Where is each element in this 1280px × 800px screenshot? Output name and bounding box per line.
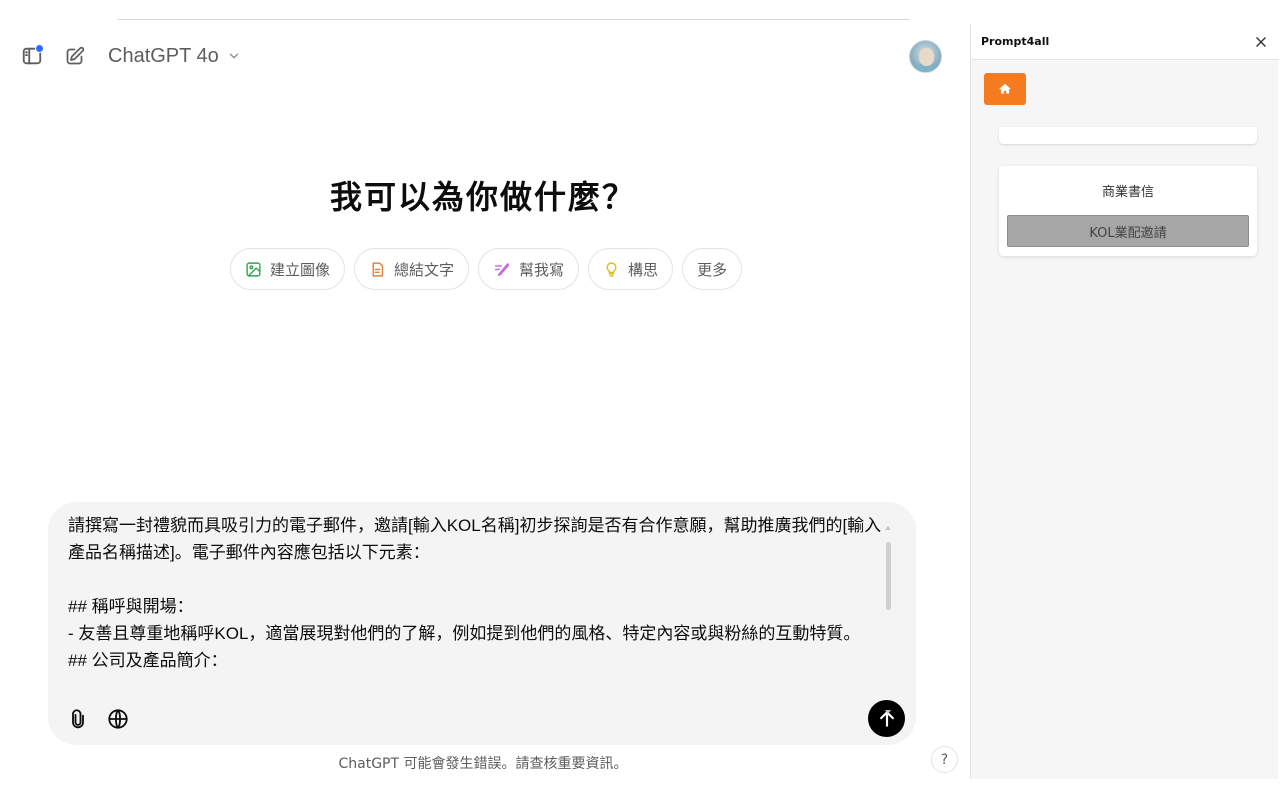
send-button[interactable]	[868, 700, 905, 737]
panel-close-button[interactable]	[1251, 32, 1271, 52]
chip-label: 幫我寫	[519, 260, 565, 279]
chip-more[interactable]: 更多	[682, 248, 743, 290]
scrollbar-down-arrow[interactable]	[885, 710, 891, 714]
paperclip-icon	[72, 709, 84, 729]
chip-help-me-write[interactable]: 幫我寫	[478, 248, 580, 290]
lightbulb-icon	[606, 261, 617, 277]
image-icon	[246, 261, 261, 277]
chip-label: 總結文字	[394, 260, 455, 279]
search-web-button[interactable]	[102, 703, 134, 735]
scrollbar-thumb[interactable]	[886, 542, 891, 610]
message-composer[interactable]: 請撰寫一封禮貌而具吸引力的電子郵件，邀請[輸入KOL名稱]初步探詢是否有合作意願…	[48, 502, 916, 745]
close-icon	[1256, 37, 1266, 47]
home-button[interactable]	[984, 73, 1026, 105]
edit-icon	[66, 46, 84, 64]
disclaimer-text: ChatGPT 可能會發生錯誤。請查核重要資訊。	[338, 756, 628, 772]
suggestion-chips: 建立圖像 總結文字 幫我寫 構思 更多	[230, 248, 743, 290]
avatar[interactable]	[909, 40, 942, 73]
chip-summarize-text[interactable]: 總結文字	[354, 248, 470, 290]
chip-label: 建立圖像	[270, 260, 331, 279]
scrollbar-up-arrow[interactable]	[885, 526, 891, 530]
notification-dot	[35, 44, 44, 53]
chat-main: ChatGPT 4o 我可以為你做什麼？ 建立圖像 總結文字 幫我寫 構思 更多…	[0, 22, 966, 800]
globe-icon	[108, 709, 128, 729]
pen-icon	[494, 262, 510, 276]
panel-header: Prompt4all	[971, 24, 1279, 60]
panel-title: Prompt4all	[981, 35, 1050, 48]
home-icon	[999, 83, 1011, 94]
chip-create-image[interactable]: 建立圖像	[230, 248, 346, 290]
page-title: 我可以為你做什麼？	[329, 178, 636, 216]
prompt-item-kol-invitation[interactable]: KOL業配邀請	[1007, 215, 1249, 247]
chat-header: ChatGPT 4o	[0, 22, 966, 88]
prompt-item-business-letter[interactable]: 商業書信	[1007, 174, 1249, 206]
help-button[interactable]: ?	[931, 746, 958, 773]
chevron-down-icon	[229, 53, 239, 59]
chip-brainstorm[interactable]: 構思	[588, 248, 674, 290]
prompt-card: 商業書信 KOL業配邀請	[999, 166, 1257, 256]
prompt-card-stub	[999, 127, 1257, 144]
chip-label: 更多	[697, 260, 728, 279]
model-name: ChatGPT 4o	[108, 44, 219, 67]
top-divider	[118, 19, 910, 20]
new-chat-button[interactable]	[58, 40, 90, 72]
avatar-face	[919, 48, 934, 66]
attach-button[interactable]	[62, 703, 94, 735]
message-input[interactable]: 請撰寫一封禮貌而具吸引力的電子郵件，邀請[輸入KOL名稱]初步探詢是否有合作意願…	[68, 512, 888, 697]
chip-label: 構思	[628, 260, 659, 279]
model-selector[interactable]: ChatGPT 4o	[108, 42, 241, 70]
prompt4all-panel: Prompt4all 商業書信 KOL業配邀請	[970, 24, 1279, 779]
sidebar-toggle-button[interactable]	[16, 40, 48, 72]
document-icon	[372, 261, 384, 277]
